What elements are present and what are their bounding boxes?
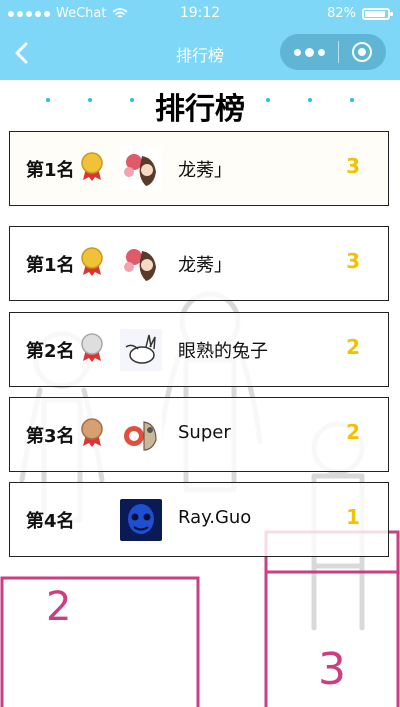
user-avatar bbox=[120, 243, 162, 285]
silver-medal-icon bbox=[81, 333, 103, 362]
bronze-medal-icon bbox=[81, 418, 103, 447]
gold-medal-icon bbox=[81, 152, 103, 181]
ranking-row: 第1名 龙莠」 3 bbox=[9, 131, 389, 206]
score: 3 bbox=[346, 249, 360, 273]
ranking-row: 第1名 龙莠」 3 bbox=[9, 226, 389, 301]
heading-area: 排行榜 bbox=[0, 84, 400, 127]
score: 3 bbox=[346, 154, 360, 178]
user-avatar bbox=[120, 329, 162, 371]
battery-icon bbox=[362, 7, 393, 20]
ranking-row: 第3名 Super 2 bbox=[9, 397, 389, 472]
rank-label: 第4名 bbox=[26, 511, 75, 532]
ranking-row: 第4名 Ray.Guo 1 bbox=[9, 482, 389, 557]
podium-number-3: 3 bbox=[318, 644, 346, 695]
user-name: 龙莠」 bbox=[178, 160, 232, 181]
nav-bar: 排行榜 bbox=[0, 28, 400, 80]
user-name: 眼熟的兔子 bbox=[178, 341, 268, 362]
capsule-divider bbox=[338, 41, 339, 63]
rank-label: 第3名 bbox=[26, 426, 75, 447]
user-avatar bbox=[120, 414, 162, 456]
rank-label: 第1名 bbox=[26, 255, 75, 276]
user-avatar bbox=[120, 499, 162, 541]
rank-label: 第2名 bbox=[26, 341, 75, 362]
page-heading: 排行榜 bbox=[155, 92, 245, 127]
battery-percent: 82% bbox=[327, 6, 356, 21]
user-name: Ray.Guo bbox=[178, 507, 252, 528]
status-bar: WeChat 19:12 82% bbox=[0, 0, 400, 28]
score: 2 bbox=[346, 420, 360, 444]
user-name: 龙莠」 bbox=[178, 255, 232, 276]
score: 2 bbox=[346, 335, 360, 359]
miniprogram-capsule bbox=[280, 34, 386, 70]
score: 1 bbox=[346, 505, 360, 529]
close-miniprogram-icon[interactable] bbox=[352, 42, 372, 62]
top-bar: WeChat 19:12 82% 排行榜 bbox=[0, 0, 400, 80]
gold-medal-icon bbox=[81, 247, 103, 276]
ranking-row: 第2名 眼熟的兔子 2 bbox=[9, 312, 389, 387]
user-avatar bbox=[120, 148, 162, 190]
rank-label: 第1名 bbox=[26, 160, 75, 181]
user-name: Super bbox=[178, 422, 231, 443]
podium-number-2: 2 bbox=[46, 584, 72, 630]
more-options-icon[interactable] bbox=[294, 47, 325, 57]
